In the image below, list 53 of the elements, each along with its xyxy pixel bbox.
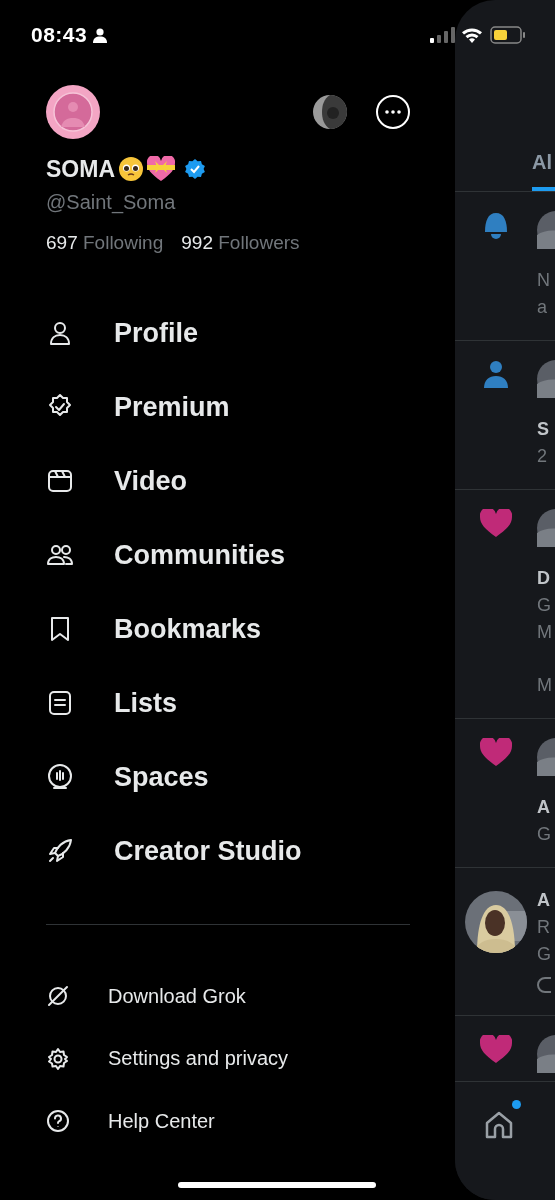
profile-avatar[interactable] [46, 85, 100, 139]
feed-text: M [537, 621, 553, 644]
profile-name: SOMA [46, 155, 115, 183]
microphone-icon [46, 763, 74, 791]
account-avatar[interactable] [313, 95, 347, 129]
menu-item[interactable]: Lists [114, 687, 178, 719]
menu-item[interactable]: Creator Studio [114, 835, 302, 867]
followers-link[interactable]: 992 Followers [181, 232, 300, 254]
menu-item[interactable]: Help Center [108, 1109, 215, 1133]
feed-text: 2 [537, 445, 548, 468]
menu-item[interactable]: Communities [114, 539, 286, 571]
list-icon [46, 689, 74, 717]
bell-icon [482, 211, 510, 241]
person-icon [484, 360, 508, 388]
pleading-face-icon [118, 156, 144, 182]
following-link[interactable]: 697 Following [46, 232, 164, 254]
feed-text: A [537, 796, 551, 819]
reply-icon[interactable] [537, 974, 551, 996]
heart-icon [480, 509, 512, 537]
menu-item[interactable]: Video [114, 465, 188, 497]
rocket-icon [46, 837, 74, 865]
menu-item[interactable]: Profile [114, 317, 199, 349]
feed-tab[interactable]: Al [532, 151, 555, 191]
heart-icon [480, 1035, 512, 1063]
slashed-circle-icon [46, 984, 70, 1009]
person-icon [93, 27, 108, 43]
feed-text: A [537, 889, 551, 912]
help-icon [46, 1109, 70, 1134]
heart-icon [480, 738, 512, 766]
feed-text: R [537, 916, 551, 939]
profile-handle: @Saint_Soma [46, 191, 176, 214]
more-icon [385, 110, 401, 114]
feed-text: M [537, 674, 553, 697]
video-icon [46, 467, 74, 495]
menu-item[interactable]: Download Grok [108, 984, 246, 1008]
settings-icon [46, 1046, 70, 1071]
feed-text: a [537, 296, 548, 319]
more-button[interactable] [376, 95, 410, 129]
heart-ribbon-icon [147, 156, 175, 182]
menu-item[interactable]: Spaces [114, 761, 209, 793]
menu-item[interactable]: Premium [114, 391, 230, 423]
feed-text: G [537, 594, 552, 617]
wifi-icon [461, 27, 483, 43]
signal-icon [430, 27, 456, 43]
feed-text: G [537, 823, 552, 846]
menu-item[interactable]: Bookmarks [114, 613, 262, 645]
menu-item[interactable]: Settings and privacy [108, 1047, 289, 1071]
feed-text: S [537, 418, 550, 441]
battery-icon [490, 26, 526, 44]
feed-text: N [537, 269, 551, 292]
feed-text: G [537, 943, 551, 966]
status-time: 08:43 [31, 23, 88, 47]
feed-text: D [537, 567, 551, 590]
